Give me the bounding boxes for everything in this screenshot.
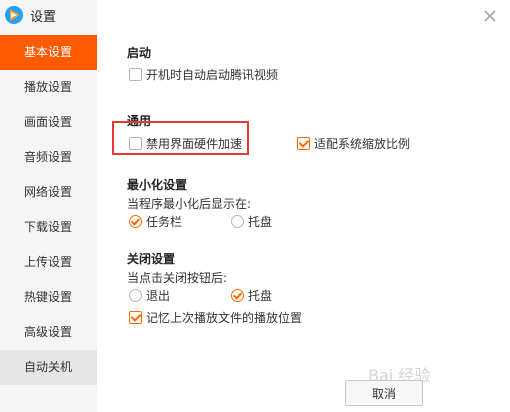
sidebar-item-playback[interactable]: 播放设置	[0, 70, 97, 105]
minimize-taskbar-label: 任务栏	[146, 214, 183, 229]
adapt-scaling-label: 适配系统缩放比例	[314, 136, 411, 151]
auto-start-label: 开机时自动启动腾讯视频	[146, 67, 279, 82]
highlight-box	[112, 121, 249, 155]
sidebar-item-download[interactable]: 下载设置	[0, 210, 97, 245]
close-tray-label: 托盘	[248, 288, 273, 303]
auto-start-option[interactable]: 开机时自动启动腾讯视频	[129, 65, 278, 83]
sidebar-item-audio[interactable]: 音频设置	[0, 140, 97, 175]
remember-position-label: 记忆上次播放文件的播放位置	[146, 310, 303, 325]
sidebar-item-upload[interactable]: 上传设置	[0, 245, 97, 280]
remember-position-option[interactable]: 记忆上次播放文件的播放位置	[129, 308, 302, 326]
sidebar-item-hotkeys[interactable]: 热键设置	[0, 280, 97, 315]
settings-panel: 启动 开机时自动启动腾讯视频 通用 禁用界面硬件加速 适配系统缩放比例 最小化设…	[97, 0, 510, 412]
minimize-taskbar-option[interactable]: 任务栏	[129, 212, 182, 230]
remember-position-checkbox[interactable]	[129, 310, 142, 324]
settings-nav: 基本设置 播放设置 画面设置 音频设置 网络设置 下载设置 上传设置 热键设置 …	[0, 35, 97, 385]
adapt-scaling-checkbox[interactable]	[297, 136, 310, 150]
sidebar-item-auto-shutdown[interactable]: 自动关机	[0, 350, 97, 385]
cancel-button[interactable]: 取消	[345, 380, 423, 406]
section-title-minimize: 最小化设置	[127, 178, 188, 192]
close-tray-option[interactable]: 托盘	[231, 286, 272, 304]
sidebar-item-picture[interactable]: 画面设置	[0, 105, 97, 140]
sidebar-item-network[interactable]: 网络设置	[0, 175, 97, 210]
minimize-prompt: 当程序最小化后显示在:	[127, 197, 252, 211]
app-title: 设置	[30, 9, 57, 25]
sidebar: 设置 基本设置 播放设置 画面设置 音频设置 网络设置 下载设置 上传设置 热键…	[0, 0, 97, 412]
tencent-video-logo-icon	[5, 6, 23, 24]
close-prompt: 当点击关闭按钮后:	[127, 271, 228, 285]
close-exit-option[interactable]: 退出	[129, 286, 170, 304]
section-title-startup: 启动	[127, 46, 152, 60]
adapt-scaling-option[interactable]: 适配系统缩放比例	[297, 134, 410, 152]
section-title-close: 关闭设置	[127, 252, 176, 266]
sidebar-item-basic[interactable]: 基本设置	[0, 35, 97, 70]
auto-start-checkbox[interactable]	[129, 67, 142, 81]
close-tray-radio[interactable]	[231, 288, 244, 302]
minimize-tray-option[interactable]: 托盘	[231, 212, 272, 230]
minimize-tray-radio[interactable]	[231, 214, 244, 228]
title-bar: 设置	[0, 0, 97, 30]
close-exit-label: 退出	[146, 288, 171, 303]
close-exit-radio[interactable]	[129, 288, 142, 302]
minimize-tray-label: 托盘	[248, 214, 273, 229]
sidebar-item-advanced[interactable]: 高级设置	[0, 315, 97, 350]
minimize-taskbar-radio[interactable]	[129, 214, 142, 228]
